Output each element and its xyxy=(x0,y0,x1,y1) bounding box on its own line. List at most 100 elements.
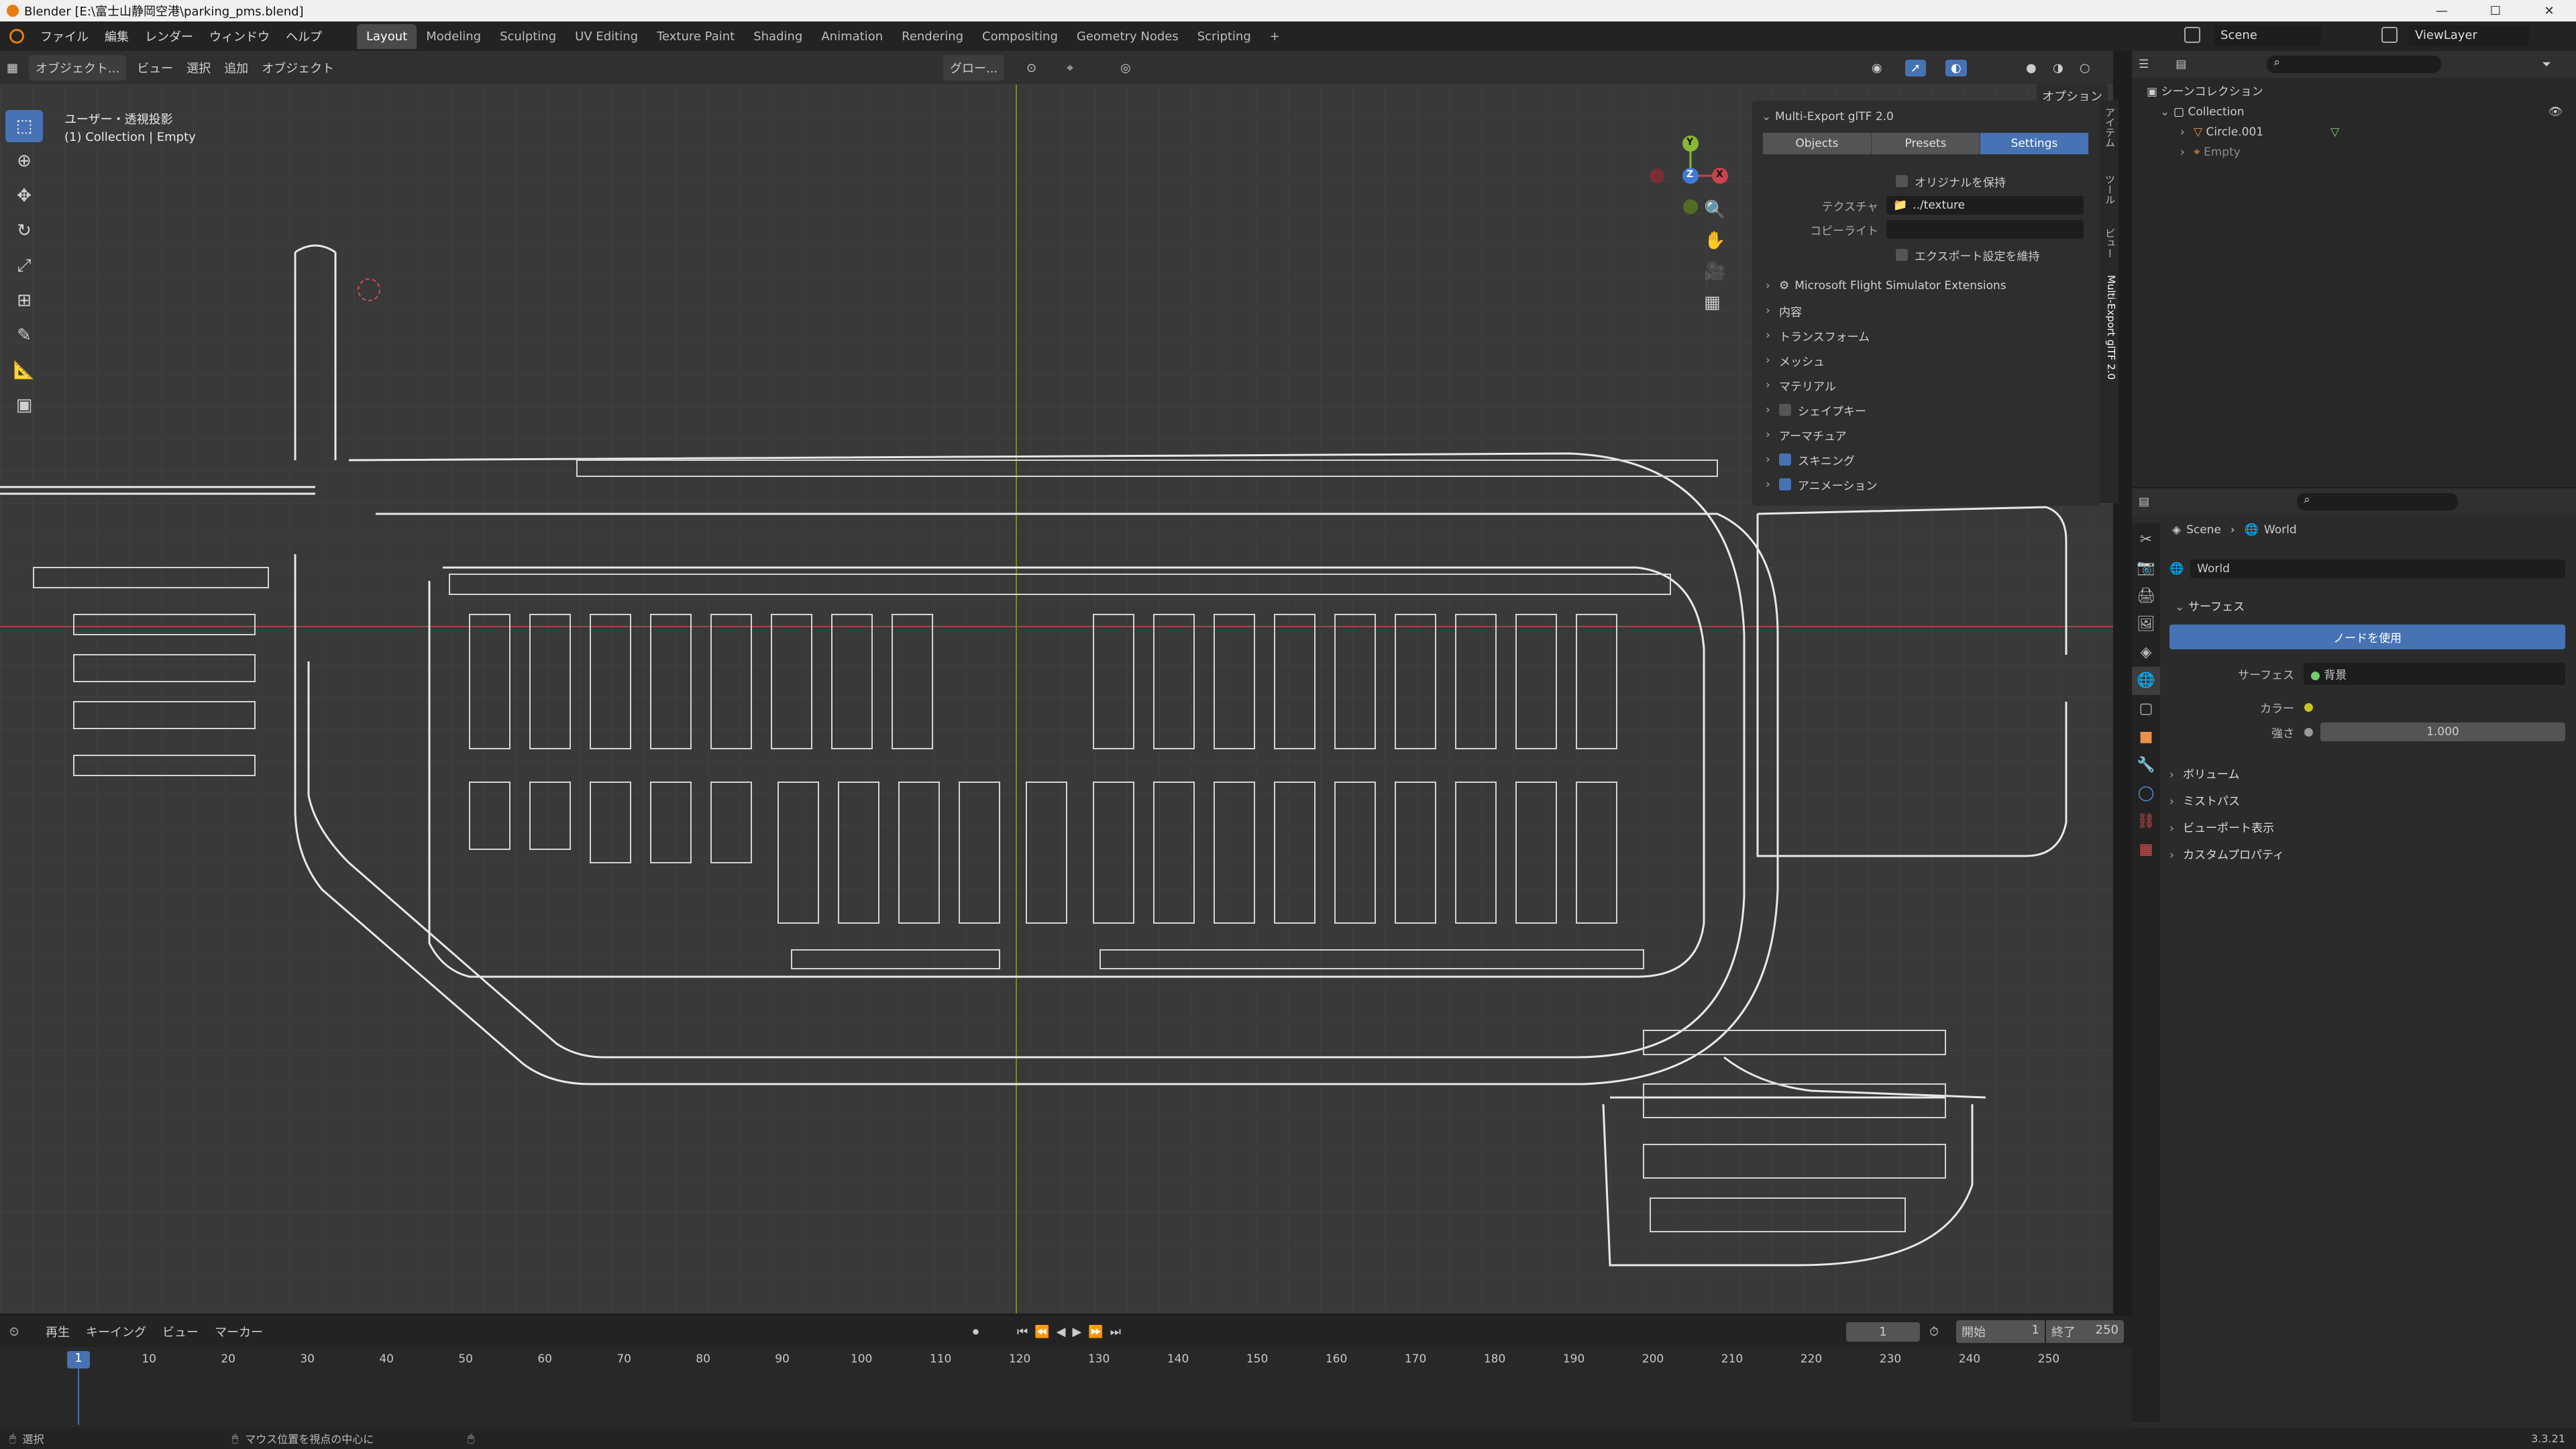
tab-compositing[interactable]: Compositing xyxy=(973,24,1067,49)
world-props-icon[interactable]: 🌐 xyxy=(2132,667,2160,695)
tab-texture-paint[interactable]: Texture Paint xyxy=(647,24,744,49)
breadcrumb-scene[interactable]: Scene xyxy=(2186,523,2221,537)
display-mode-icon[interactable]: ▤ xyxy=(2176,58,2186,71)
menu-object[interactable]: オブジェクト xyxy=(255,55,341,80)
collection-row[interactable]: ⌄ ▢ Collection 👁 xyxy=(2147,102,2576,122)
menu-playback[interactable]: 再生 xyxy=(46,1323,70,1340)
keep-original-row[interactable]: オリジナルを保持 xyxy=(1752,170,2100,192)
viewlayer-selector[interactable]: ViewLayer xyxy=(2408,25,2529,46)
section-material[interactable]: › マテリアル xyxy=(1752,374,2100,396)
surface-header[interactable]: ⌄ サーフェス xyxy=(2169,594,2565,616)
shape-keys-checkbox[interactable] xyxy=(1779,404,1791,416)
measure-tool-icon[interactable]: 📐 xyxy=(5,354,43,386)
tab-animation[interactable]: Animation xyxy=(812,24,892,49)
mode-dropdown[interactable]: オブジェクト... xyxy=(29,55,127,80)
menu-render[interactable]: レンダー xyxy=(137,28,201,45)
menu-edit[interactable]: 編集 xyxy=(97,28,137,45)
menu-timeline-view[interactable]: ビュー xyxy=(162,1323,199,1340)
stopwatch-icon[interactable]: ⏱ xyxy=(1929,1325,1939,1339)
view-layer-props-icon[interactable]: 🖼 xyxy=(2132,610,2160,639)
gizmo-toggle-icon[interactable]: ➚ xyxy=(1905,59,1927,76)
tab-uv-editing[interactable]: UV Editing xyxy=(566,24,647,49)
cursor-tool-icon[interactable]: ⊕ xyxy=(5,145,43,177)
addon-panel-header[interactable]: ⌄ Multi-Export glTF 2.0 xyxy=(1752,106,2100,127)
start-frame-field[interactable]: 開始 1 xyxy=(1956,1320,2045,1343)
playback-controls[interactable]: ⏮⏪◀▶⏩⏭ xyxy=(1017,1325,1128,1339)
outliner-search-input[interactable]: ⌕ xyxy=(2267,56,2442,73)
npanel-tab-tool[interactable]: ツール xyxy=(2101,174,2117,205)
tab-presets[interactable]: Presets xyxy=(1872,133,1980,154)
add-cube-tool-icon[interactable]: ▣ xyxy=(5,389,43,421)
navigation-gizmo[interactable]: Y Z X xyxy=(1637,109,1744,216)
minimize-button[interactable]: — xyxy=(2415,0,2469,21)
panel-custom-properties[interactable]: › カスタムプロパティ xyxy=(2169,842,2565,869)
menu-keying[interactable]: キーイング xyxy=(86,1323,146,1340)
section-skinning[interactable]: › スキニング xyxy=(1752,449,2100,470)
timeline-ruler[interactable]: 1102030405060708090100110120130140150160… xyxy=(0,1347,2132,1441)
timeline-type-icon[interactable]: ⏲ xyxy=(9,1325,19,1339)
menu-window[interactable]: ウィンドウ xyxy=(201,28,278,45)
filter-icon[interactable]: ⏷ xyxy=(2542,58,2551,71)
constraint-props-icon[interactable]: ⛓ xyxy=(2132,808,2160,836)
transform-tool-icon[interactable]: ⊞ xyxy=(5,284,43,317)
collection-props-icon[interactable]: ▢ xyxy=(2132,695,2160,723)
record-icon[interactable]: ⏺ xyxy=(973,1325,979,1339)
snap-icon[interactable]: ⌖ xyxy=(1067,61,1073,75)
tab-modeling[interactable]: Modeling xyxy=(417,24,490,49)
visibility-icon[interactable]: ◉ xyxy=(1872,61,1882,75)
tab-settings[interactable]: Settings xyxy=(1980,133,2089,154)
surface-shader-field[interactable]: ● 背景 xyxy=(2304,663,2565,685)
section-transform[interactable]: › トランスフォーム xyxy=(1752,325,2100,346)
camera-view-icon[interactable]: 🎥 xyxy=(1704,256,1725,287)
npanel-tab-view[interactable]: ビュー xyxy=(2101,228,2117,258)
menu-add[interactable]: 追加 xyxy=(217,55,255,80)
section-mesh[interactable]: › メッシュ xyxy=(1752,350,2100,371)
panel-mist-pass[interactable]: › ミストパス xyxy=(2169,788,2565,815)
move-tool-icon[interactable]: ✥ xyxy=(5,180,43,212)
skinning-checkbox[interactable] xyxy=(1779,453,1791,466)
section-msfs-extensions[interactable]: › ⚙ Microsoft Flight Simulator Extensions xyxy=(1752,275,2100,297)
properties-type-icon[interactable]: ▤ xyxy=(2139,495,2149,508)
texture-path-field[interactable]: 📁 ../texture xyxy=(1886,196,2084,215)
keep-original-checkbox[interactable] xyxy=(1896,175,1908,187)
tab-layout[interactable]: Layout xyxy=(357,23,417,49)
close-window-button[interactable]: ✕ xyxy=(2522,0,2576,21)
menu-help[interactable]: ヘルプ xyxy=(278,28,330,45)
texture-props-icon[interactable]: ▦ xyxy=(2132,836,2160,864)
rotate-tool-icon[interactable]: ↻ xyxy=(5,215,43,247)
menu-marker[interactable]: マーカー xyxy=(215,1323,263,1340)
add-workspace-button[interactable]: + xyxy=(1260,24,1289,49)
physics-props-icon[interactable]: ◯ xyxy=(2132,780,2160,808)
scene-props-icon[interactable]: ◈ xyxy=(2132,639,2160,667)
shading-material-icon[interactable]: ◑ xyxy=(2053,61,2063,75)
keep-export-settings-row[interactable]: エクスポート設定を維持 xyxy=(1752,244,2100,266)
copyright-field[interactable] xyxy=(1886,220,2084,239)
pivot-icon[interactable]: ⊙ xyxy=(1026,61,1036,75)
render-props-icon[interactable]: 📷 xyxy=(2132,554,2160,582)
npanel-tab-multi-export[interactable]: Multi-Export glTF 2.0 xyxy=(2101,275,2117,380)
tab-sculpting[interactable]: Sculpting xyxy=(490,24,566,49)
section-animation[interactable]: › アニメーション xyxy=(1752,474,2100,495)
scene-selector[interactable]: Scene xyxy=(2214,25,2321,46)
npanel-tab-item[interactable]: アイテム xyxy=(2101,107,2117,148)
overlay-toggle-icon[interactable]: ◐ xyxy=(1945,59,1967,76)
object-row-circle[interactable]: › ▽ Circle.001 ▽ xyxy=(2147,122,2576,142)
proportional-edit-icon[interactable]: ◎ xyxy=(1120,61,1131,75)
scene-collection-row[interactable]: ▣ シーンコレクション xyxy=(2147,82,2576,102)
outliner-type-icon[interactable]: ☰ xyxy=(2139,58,2149,71)
editor-type-icon[interactable]: ▦ xyxy=(0,57,25,79)
scale-tool-icon[interactable]: ⤢ xyxy=(5,250,43,282)
shading-render-icon[interactable]: ○ xyxy=(2080,61,2090,75)
strength-field[interactable]: 1.000 xyxy=(2320,722,2565,741)
tab-geometry-nodes[interactable]: Geometry Nodes xyxy=(1067,24,1188,49)
transform-orientation-dropdown[interactable]: グロー... xyxy=(943,55,1005,80)
section-shape-keys[interactable]: › シェイプキー xyxy=(1752,399,2100,421)
section-contents[interactable]: › 内容 xyxy=(1752,300,2100,321)
animation-checkbox[interactable] xyxy=(1779,478,1791,490)
panel-volume[interactable]: › ボリューム xyxy=(2169,761,2565,788)
ortho-grid-icon[interactable]: ▦ xyxy=(1704,287,1725,318)
tab-scripting[interactable]: Scripting xyxy=(1188,24,1260,49)
section-armature[interactable]: › アーマチュア xyxy=(1752,424,2100,445)
current-frame-field[interactable]: 1 xyxy=(1846,1322,1920,1342)
breadcrumb-world[interactable]: World xyxy=(2264,523,2297,537)
